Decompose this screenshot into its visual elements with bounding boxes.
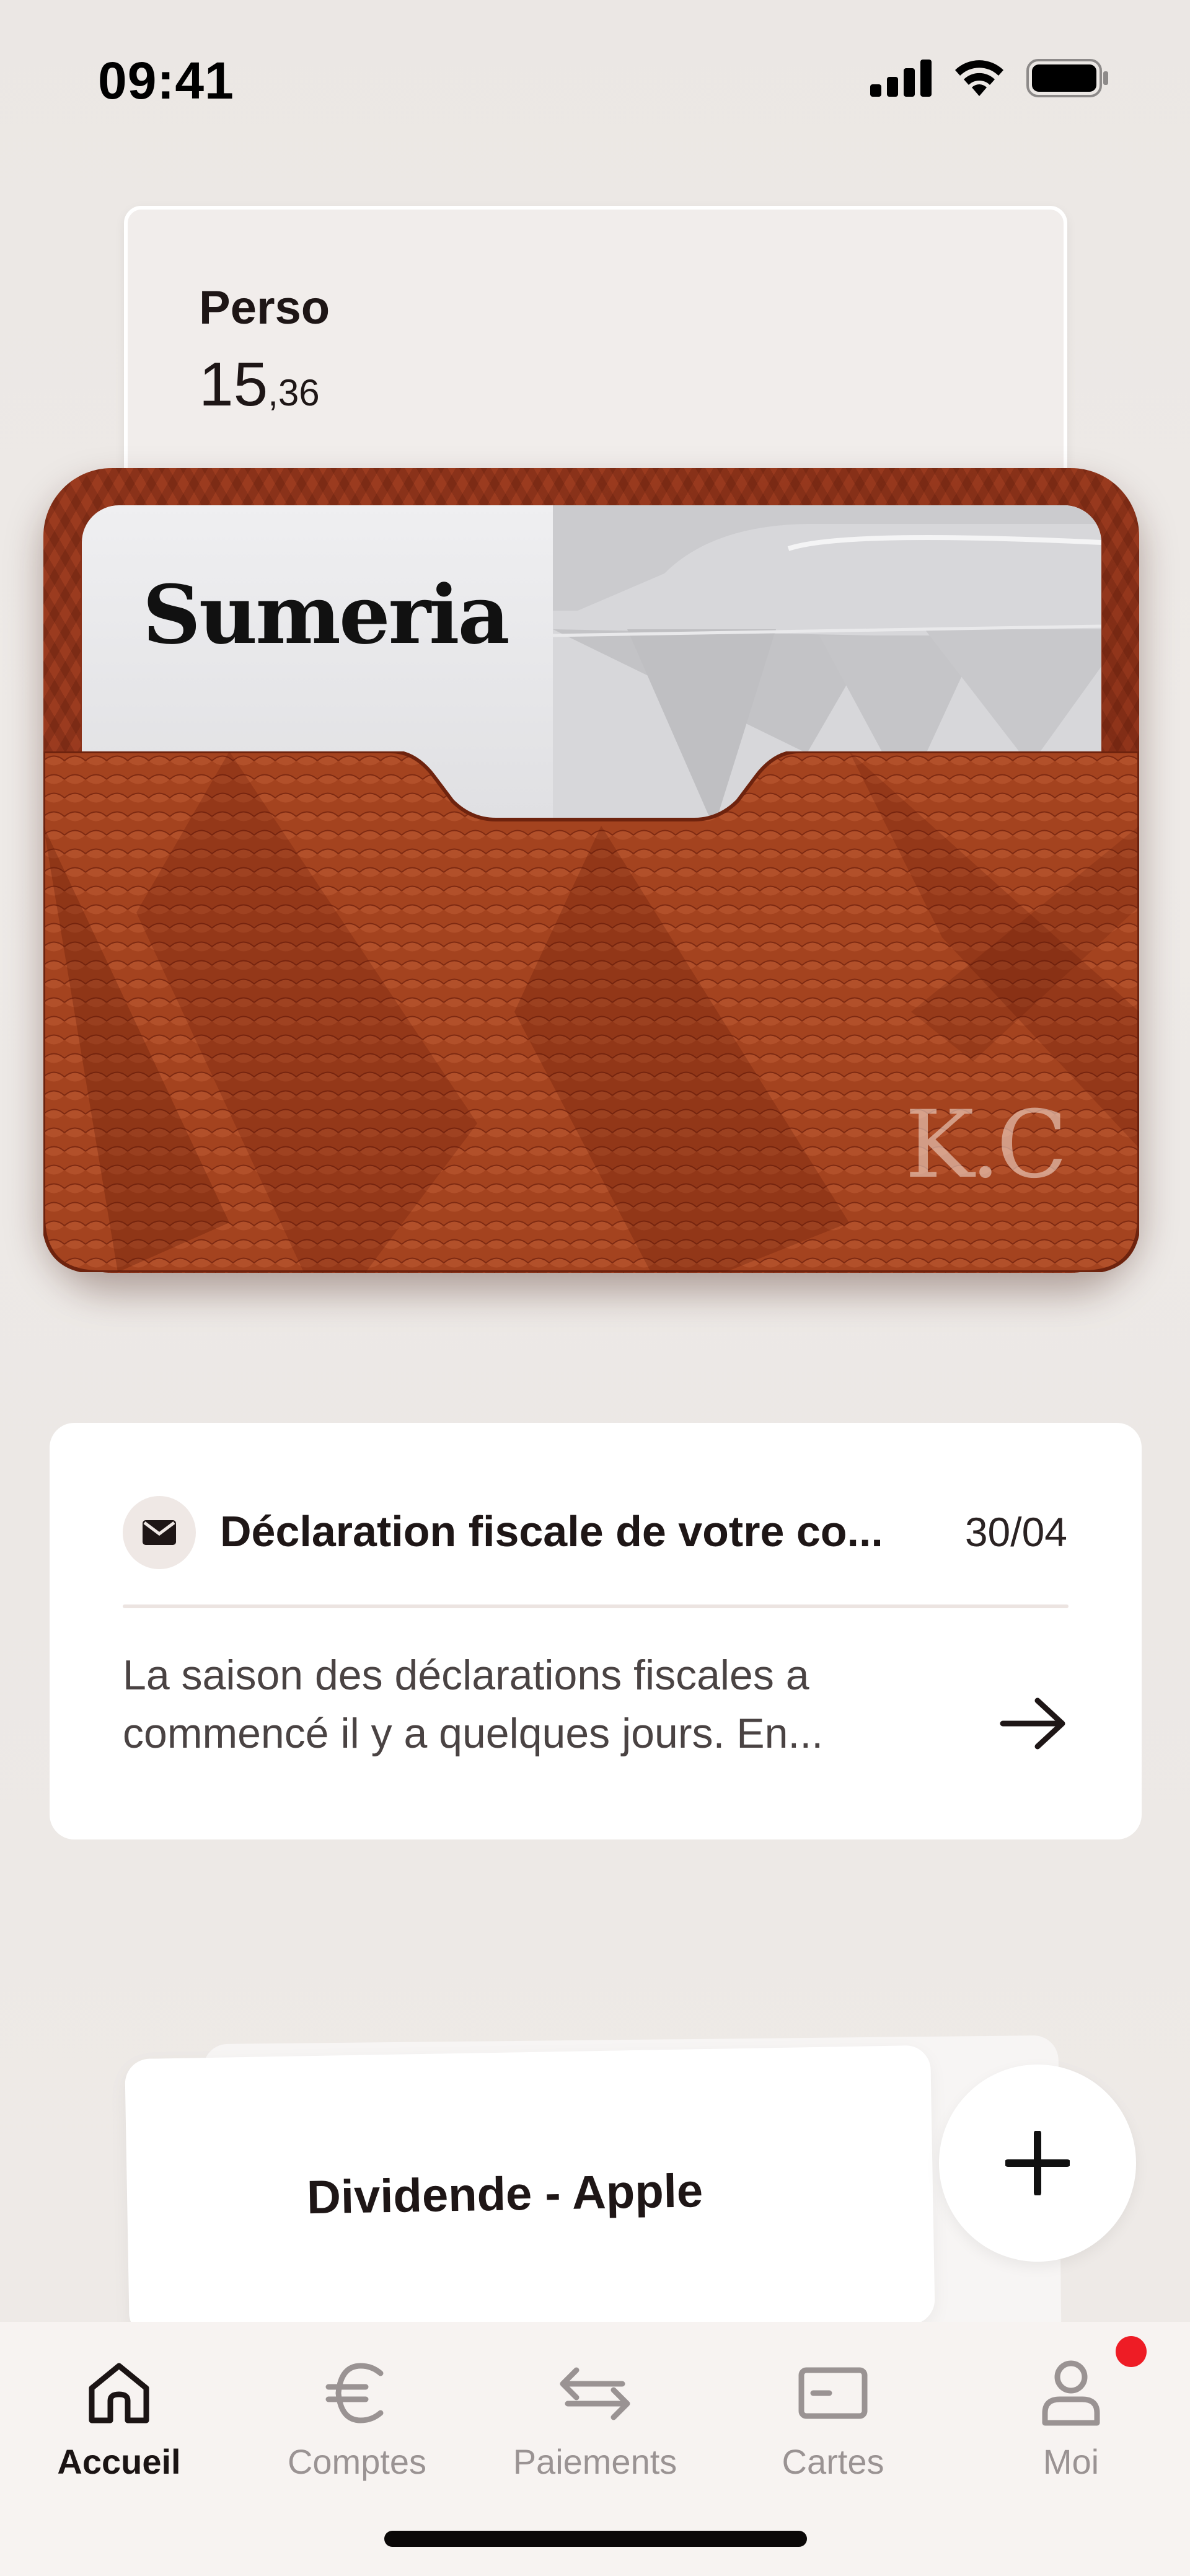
balance-main: 15	[199, 350, 268, 419]
card-icon	[798, 2367, 868, 2419]
cellular-signal-icon	[870, 60, 932, 97]
home-indicator[interactable]	[384, 2531, 807, 2547]
tab-label-accueil: Accueil	[57, 2442, 181, 2481]
account-name: Perso	[199, 281, 330, 334]
tab-label-cartes: Cartes	[782, 2442, 884, 2481]
euro-icon	[325, 2363, 384, 2423]
tab-label-moi: Moi	[1042, 2442, 1100, 2481]
transfer-arrows-icon	[560, 2367, 630, 2420]
tab-label-comptes: Comptes	[287, 2442, 427, 2481]
message-card[interactable]: Déclaration fiscale de votre co... 30/04…	[50, 1423, 1142, 1839]
message-body-line-2: commencé il y a quelques jours. En...	[123, 1710, 824, 1757]
tab-comptes[interactable]: Comptes	[238, 2356, 476, 2511]
message-date: 30/04	[964, 1509, 1067, 1555]
plus-icon	[1005, 2131, 1070, 2195]
add-button[interactable]	[939, 2065, 1136, 2262]
wifi-icon	[955, 60, 1003, 96]
account-balance: 15,36	[199, 349, 320, 420]
card-brand-logo: Sumeria	[143, 567, 510, 662]
tab-moi[interactable]: Moi	[952, 2356, 1190, 2511]
tab-cartes[interactable]: Cartes	[714, 2356, 952, 2511]
mail-badge	[123, 1496, 196, 1569]
notification-dot	[1116, 2336, 1147, 2367]
transaction-card[interactable]: Dividende - Apple	[125, 2045, 935, 2339]
tab-label-paiements: Paiements	[513, 2442, 677, 2481]
status-time: 09:41	[98, 51, 234, 110]
status-icons	[870, 59, 1109, 97]
app-screen: 09:41 Perso 15,36 Sumeria K.C Déclaratio…	[0, 0, 1190, 2576]
status-bar: 09:41	[0, 0, 1190, 155]
message-body: La saison des déclarations fiscales a co…	[123, 1646, 928, 1763]
message-divider	[123, 1604, 1069, 1608]
wallet-monogram: K.C	[905, 1091, 1068, 1199]
message-title: Déclaration fiscale de votre co...	[220, 1507, 883, 1556]
message-body-line-1: La saison des déclarations fiscales a	[123, 1652, 809, 1699]
home-icon	[89, 2363, 149, 2423]
transaction-title: Dividende - Apple	[306, 2164, 703, 2224]
tab-paiements[interactable]: Paiements	[476, 2356, 714, 2511]
user-icon	[1042, 2360, 1100, 2426]
battery-icon	[1026, 59, 1108, 97]
mail-icon	[143, 1520, 176, 1545]
arrow-right-icon[interactable]	[999, 1696, 1067, 1751]
tab-accueil[interactable]: Accueil	[0, 2356, 238, 2511]
balance-cents: ,36	[268, 372, 320, 414]
